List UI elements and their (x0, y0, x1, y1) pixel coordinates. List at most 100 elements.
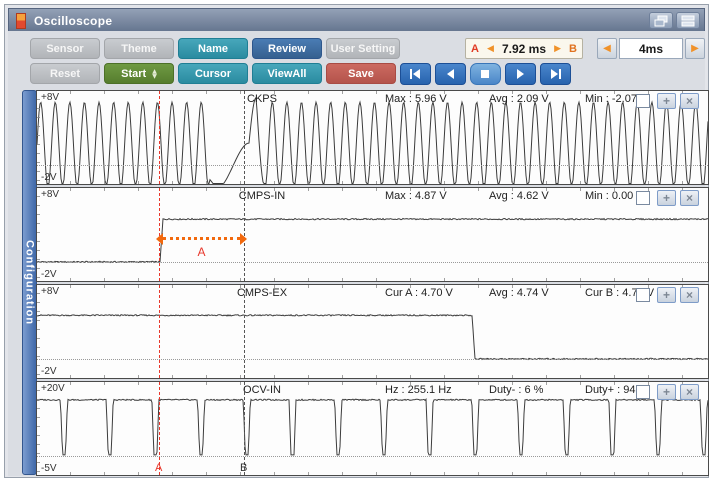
close-icon: × (685, 94, 693, 108)
cursor-b-label: B (569, 42, 577, 55)
title-bar: Oscilloscope (8, 8, 705, 33)
bottom-ticks (37, 181, 708, 184)
sensor-button[interactable]: Sensor (30, 38, 100, 59)
stat-avg: Avg : 4.74 V (489, 287, 549, 299)
zero-volt-line (37, 456, 708, 457)
stat-duty-minus: Duty- : 6 % (489, 384, 544, 396)
user-setting-label: User Setting (330, 42, 396, 55)
tile-windows-icon (681, 15, 695, 26)
view-all-button[interactable]: ViewAll (252, 63, 322, 84)
timebase-value[interactable]: 4ms (619, 38, 683, 59)
stat-min: Min : 0.00 V (585, 190, 644, 202)
ab-delta-arrow (156, 233, 247, 245)
timebase-increase-button[interactable]: ▶ (685, 38, 705, 59)
step-back-icon (447, 69, 454, 79)
start-label: Start (121, 67, 147, 80)
arrow-left-icon: ◀ (487, 43, 494, 54)
close-icon: × (685, 191, 693, 205)
channel-expand-button[interactable]: + (657, 190, 676, 206)
plus-icon: + (662, 94, 670, 108)
channel-name: CKPS (247, 93, 277, 105)
left-ticks (37, 382, 40, 475)
save-label: Save (348, 67, 374, 80)
channel-ckps: +8V -2V CKPS Max : 5.96 V Avg : 2.09 V M… (36, 90, 709, 185)
channel-min-scale: -5V (41, 463, 57, 474)
channel-close-button[interactable]: × (680, 93, 699, 109)
sensor-label: Sensor (46, 42, 84, 55)
zero-volt-line (37, 165, 708, 166)
cursor-label: Cursor (194, 67, 232, 80)
channel-visibility-checkbox[interactable] (636, 385, 650, 399)
channel-name: CMPS-IN (238, 190, 286, 202)
channel-cmps-in: A +8V -2V CMPS-IN Max : 4.87 V Avg : 4.6… (36, 187, 709, 282)
bottom-ticks (37, 472, 708, 475)
toolbar: Sensor Theme Name Review User Setting Re… (8, 31, 705, 89)
channel-visibility-checkbox[interactable] (636, 94, 650, 108)
arrow-right-icon: ▶ (691, 43, 699, 54)
channel-name: OCV-IN (243, 384, 281, 396)
stat-cur-a: Cur A : 4.70 V (385, 287, 453, 299)
skip-end-button[interactable] (540, 63, 571, 85)
step-back-button[interactable] (435, 63, 466, 85)
channel-expand-button[interactable]: + (657, 384, 676, 400)
cursor-b-marker: B (240, 462, 248, 474)
channel-max-scale: +8V (41, 189, 60, 200)
window-frame: Oscilloscope Sensor Theme Name Review Us… (4, 4, 709, 478)
window-title: Oscilloscope (34, 13, 113, 28)
channel-close-button[interactable]: × (680, 287, 699, 303)
stop-icon (481, 70, 489, 78)
arrow-right-icon: ▶ (554, 43, 561, 54)
channel-cmps-ex: +8V -2V CMPS-EX Cur A : 4.70 V Avg : 4.7… (36, 284, 709, 379)
user-setting-button[interactable]: User Setting (326, 38, 400, 59)
channel-min-scale: -2V (41, 366, 57, 377)
cursor-button[interactable]: Cursor (178, 63, 248, 84)
bottom-ticks (37, 375, 708, 378)
skip-start-icon (410, 69, 420, 79)
channel-close-button[interactable]: × (680, 384, 699, 400)
reset-button[interactable]: Reset (30, 63, 100, 84)
stat-avg: Avg : 4.62 V (489, 190, 549, 202)
zero-volt-line (37, 359, 708, 360)
cursor-a-label: A (471, 42, 479, 55)
stop-button[interactable] (470, 63, 501, 85)
view-all-label: ViewAll (267, 67, 307, 80)
channel-visibility-checkbox[interactable] (636, 191, 650, 205)
left-ticks (37, 91, 40, 184)
arrow-left-icon: ◀ (603, 43, 611, 54)
channel-min-scale: -2V (41, 269, 57, 280)
restore-windows-button[interactable] (649, 12, 673, 29)
channel-close-button[interactable]: × (680, 190, 699, 206)
plus-icon: + (662, 288, 670, 302)
app-icon (16, 12, 26, 29)
close-icon: × (685, 288, 693, 302)
save-button[interactable]: Save (326, 63, 396, 84)
plus-icon: + (662, 385, 670, 399)
timebase-decrease-button[interactable]: ◀ (597, 38, 617, 59)
cursor-a-line[interactable] (159, 91, 160, 184)
theme-button[interactable]: Theme (104, 38, 174, 59)
configuration-tab-label: Configuration (23, 239, 36, 326)
name-button[interactable]: Name (178, 38, 248, 59)
cursor-a-line[interactable] (159, 285, 160, 378)
channel-expand-button[interactable]: + (657, 93, 676, 109)
configuration-panel-tab[interactable]: Configuration (22, 90, 37, 475)
stat-hz: Hz : 255.1 Hz (385, 384, 452, 396)
play-button[interactable] (505, 63, 536, 85)
restore-windows-icon (654, 15, 668, 26)
channel-name: CMPS-EX (236, 287, 288, 299)
channel-ocv-in: +20V -5V OCV-IN Hz : 255.1 Hz Duty- : 6 … (36, 381, 709, 476)
skip-start-button[interactable] (400, 63, 431, 85)
cursor-a-marker: A (155, 462, 163, 474)
start-button[interactable]: Start ▲ ▼ (104, 63, 174, 84)
name-label: Name (198, 42, 228, 55)
review-button[interactable]: Review (252, 38, 322, 59)
left-ticks (37, 188, 40, 281)
channel-visibility-checkbox[interactable] (636, 288, 650, 302)
stat-max: Max : 5.96 V (385, 93, 447, 105)
bottom-ticks (37, 278, 708, 281)
reset-label: Reset (50, 67, 80, 80)
channel-expand-button[interactable]: + (657, 287, 676, 303)
review-label: Review (268, 42, 306, 55)
theme-label: Theme (121, 42, 157, 55)
tile-windows-button[interactable] (676, 12, 700, 29)
